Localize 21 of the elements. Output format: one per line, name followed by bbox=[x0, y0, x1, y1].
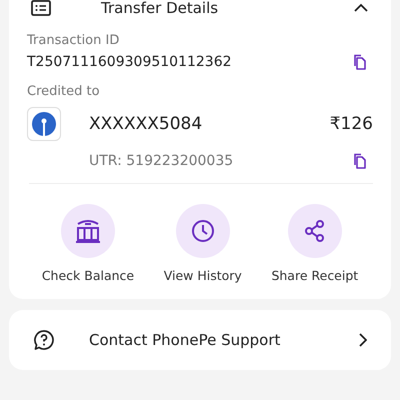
bank-logo-icon bbox=[27, 107, 61, 141]
clock-icon bbox=[190, 219, 215, 243]
share-icon bbox=[304, 220, 326, 242]
list-icon bbox=[31, 0, 51, 16]
action-button[interactable]: Check Balance bbox=[42, 204, 134, 283]
section-title: Transfer Details bbox=[101, 0, 220, 16]
help-icon bbox=[33, 329, 55, 351]
transaction-id-label: Transaction ID bbox=[27, 33, 120, 48]
copy-icon[interactable] bbox=[353, 153, 367, 169]
utr-number: UTR: 519223200035 bbox=[89, 153, 234, 169]
copy-icon[interactable] bbox=[353, 54, 367, 70]
chevron-right-icon bbox=[359, 333, 367, 347]
action-button[interactable]: Share Receipt bbox=[271, 204, 358, 283]
support-button[interactable]: Contact PhonePe Support bbox=[9, 310, 391, 370]
collapse-button[interactable] bbox=[353, 3, 369, 13]
account-number: XXXXXX5084 bbox=[89, 114, 204, 134]
transaction-id: T2507111609309510112362 bbox=[27, 54, 232, 70]
amount: ₹126 bbox=[330, 114, 373, 134]
credited-to-label: Credited to bbox=[27, 84, 101, 99]
action-button[interactable]: View History bbox=[164, 204, 242, 283]
bank-icon bbox=[74, 218, 102, 244]
